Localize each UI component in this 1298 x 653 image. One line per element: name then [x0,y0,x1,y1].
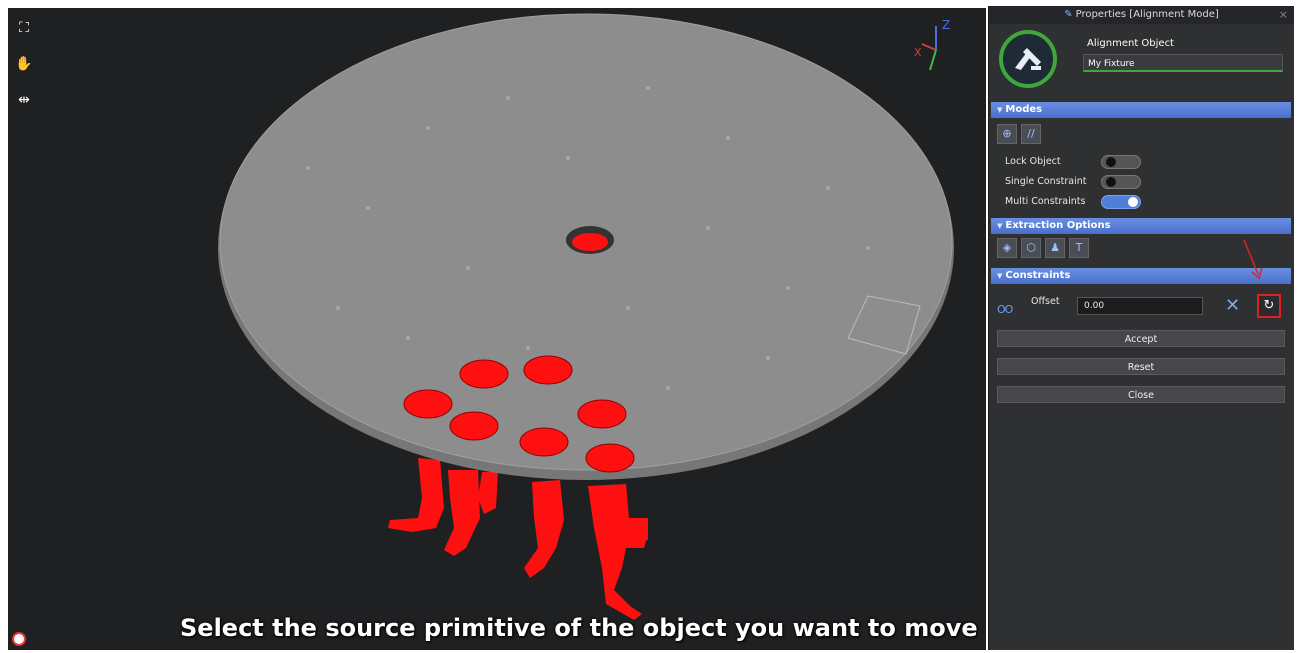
axis-x-label: X [914,46,922,59]
center-hole-red [572,233,608,251]
fixture-parts [388,458,648,620]
fullscreen-icon[interactable]: ⛶ [14,18,34,38]
fixture-block [618,518,648,540]
close-icon[interactable]: × [1279,6,1288,24]
fit-icon[interactable]: ⇹ [14,90,34,110]
3d-viewport[interactable]: ⛶ ✋ ⇹ Z X Select the source primitive of… [8,8,986,650]
panel-title: Properties [Alignment Mode] [1075,9,1219,20]
alignment-object-label: Alignment Object [1087,38,1174,49]
panel-title-bar: ✎ Properties [Alignment Mode] × [989,6,1294,24]
wrench-icon: ✎ [1064,9,1073,20]
fixture-leg-4 [524,480,564,578]
text-icon[interactable]: T [1069,238,1089,258]
alignment-tool-icon [999,30,1057,88]
offset-input[interactable]: 0.00 [1077,297,1203,315]
delete-constraint-icon[interactable]: ✕ [1225,296,1240,316]
concentric-constraint-icon: OO [997,303,1013,316]
target-icon[interactable]: ⊕ [997,124,1017,144]
constraints-section-header[interactable]: ▼ Constraints [991,268,1291,284]
hand-icon[interactable]: ✋ [14,54,34,74]
axis-z-label: Z [942,18,951,32]
accept-button[interactable]: Accept [997,330,1285,347]
offset-label: Offset [1031,296,1060,307]
properties-panel: ✎ Properties [Alignment Mode] × Alignment… [988,6,1294,650]
alignment-object-name-field[interactable]: My Fixture [1083,54,1283,72]
extraction-options-section-header[interactable]: ▼ Extraction Options [991,218,1291,234]
flip-constraint-button[interactable]: ↻ [1257,294,1281,318]
close-button[interactable]: Close [997,386,1285,403]
axis-triad [921,26,937,71]
lock-object-toggle[interactable] [1101,155,1141,169]
reset-button[interactable]: Reset [997,358,1285,375]
instruction-caption: Select the source primitive of the objec… [180,614,978,642]
collapse-triangle-icon: ▼ [997,272,1003,280]
solid-cube-icon[interactable]: ◈ [997,238,1017,258]
scene-canvas[interactable] [8,8,986,650]
fixture-leg-1 [388,458,444,532]
figure-icon[interactable]: ♟ [1045,238,1065,258]
single-constraint-label: Single Constraint [1005,176,1087,187]
single-constraint-toggle[interactable] [1101,175,1141,189]
collapse-triangle-icon: ▼ [997,106,1003,114]
fixture-leg-3 [478,472,498,514]
wire-cube-icon[interactable]: ⬡ [1021,238,1041,258]
multi-constraints-label: Multi Constraints [1005,196,1086,207]
fixture-leg-2 [444,470,480,556]
collapse-triangle-icon: ▼ [997,222,1003,230]
lock-object-label: Lock Object [1005,156,1061,167]
multi-constraints-toggle[interactable] [1101,195,1141,209]
modes-section-header[interactable]: ▼ Modes [991,102,1291,118]
parallel-icon[interactable]: // [1021,124,1041,144]
app-logo-icon [12,632,26,646]
fixture-leg-5 [588,484,648,620]
